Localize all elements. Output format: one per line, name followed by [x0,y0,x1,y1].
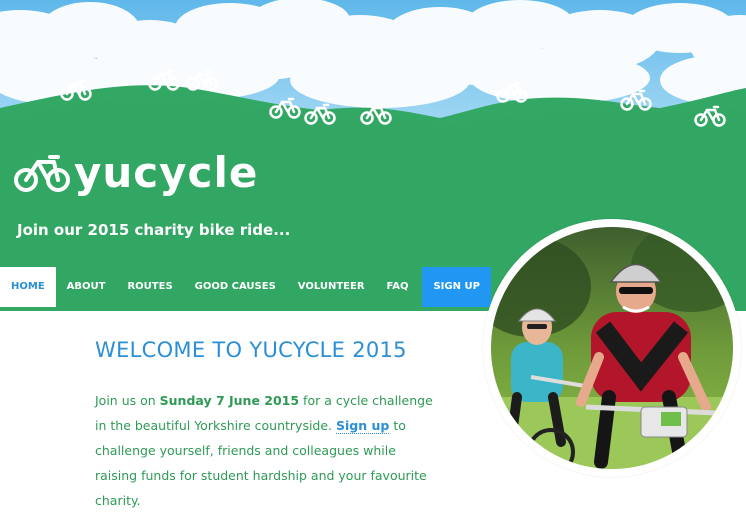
nav-sign-up[interactable]: SIGN UP [422,267,491,307]
bicycle-icon [14,155,70,192]
site-name: yucycle [74,148,259,197]
nav-volunteer[interactable]: VOLUNTEER [287,267,376,307]
main-nav: HOME ABOUT ROUTES GOOD CAUSES VOLUNTEER … [0,267,491,307]
nav-routes[interactable]: ROUTES [116,267,183,307]
nav-good-causes[interactable]: GOOD CAUSES [184,267,287,307]
intro-paragraph: Join us on Sunday 7 June 2015 for a cycl… [95,388,435,513]
intro-text-start: Join us on [95,393,160,408]
cyclists-image [491,227,733,469]
site-logo[interactable]: yucycle [14,152,258,194]
page: yucycle Join our 2015 charity bike ride.… [0,0,746,508]
nav-home[interactable]: HOME [0,267,56,307]
main-content: WELCOME TO YUCYCLE 2015 Join us on Sunda… [95,338,435,513]
tagline: Join our 2015 charity bike ride... [17,221,291,239]
cyclists-photo [483,219,741,477]
nav-faq[interactable]: FAQ [376,267,420,307]
event-date: Sunday 7 June 2015 [159,393,300,408]
sign-up-link[interactable]: Sign up [336,418,390,434]
nav-about[interactable]: ABOUT [56,267,117,307]
page-title: WELCOME TO YUCYCLE 2015 [95,338,407,362]
